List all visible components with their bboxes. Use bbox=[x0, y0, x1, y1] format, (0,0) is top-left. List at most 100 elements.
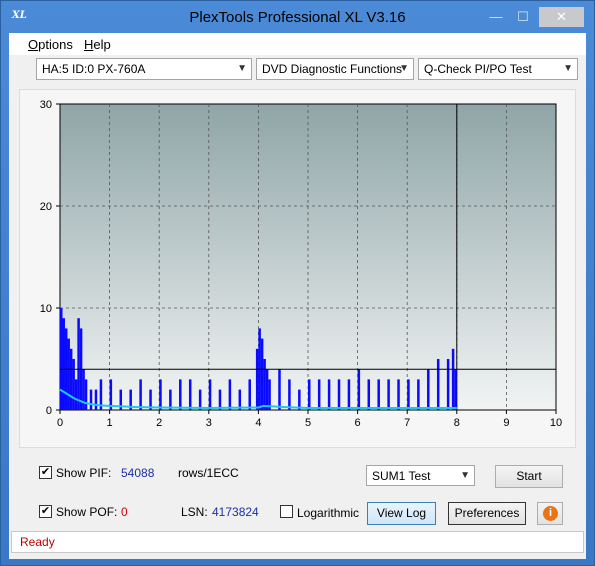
x-tick-label: 5 bbox=[305, 417, 311, 429]
show-pif-label: Show PIF: bbox=[56, 466, 112, 480]
pif-bar bbox=[263, 359, 266, 410]
pif-bar bbox=[89, 389, 93, 410]
pif-bar bbox=[77, 318, 80, 410]
sum-test-select[interactable]: SUM1 Test ▼ bbox=[366, 465, 475, 486]
test-select[interactable]: Q-Check PI/PO Test ▼ bbox=[418, 58, 578, 80]
pif-bar bbox=[317, 379, 321, 410]
pif-bar bbox=[67, 338, 70, 410]
drive-select[interactable]: HA:5 ID:0 PX-760A ▼ bbox=[36, 58, 252, 80]
pif-bar bbox=[387, 379, 390, 410]
show-pof-label: Show POF: bbox=[56, 505, 118, 519]
pif-bar bbox=[188, 379, 192, 410]
show-pof-checkbox[interactable]: ✔ bbox=[39, 505, 52, 518]
menu-options-label: ptions bbox=[38, 37, 73, 52]
pif-bar bbox=[69, 348, 73, 410]
controls-row-1: ✔ Show PIF: 54088 rows/1ECC SUM1 Test ▼ … bbox=[19, 461, 576, 488]
sum-test-value: SUM1 Test bbox=[372, 469, 431, 483]
show-pif-checkbox[interactable]: ✔ bbox=[39, 466, 52, 479]
client-area: Options Help HA:5 ID:0 PX-760A ▼ DVD Dia… bbox=[9, 33, 586, 559]
pif-bar bbox=[337, 379, 341, 410]
menu-options-accel: O bbox=[28, 37, 39, 52]
pif-bar bbox=[139, 379, 142, 410]
chevron-down-icon: ▼ bbox=[460, 470, 470, 481]
x-tick-label: 1 bbox=[107, 417, 113, 429]
chevron-down-icon: ▼ bbox=[399, 63, 409, 74]
pif-bar bbox=[228, 379, 232, 410]
menu-help[interactable]: Help bbox=[84, 37, 111, 52]
x-tick-label: 3 bbox=[206, 417, 212, 429]
pif-bar bbox=[327, 379, 331, 410]
x-tick-label: 0 bbox=[57, 417, 63, 429]
chart-panel: 0 1 2 3 4 5 6 7 8 9 10 0 10 20 30 bbox=[19, 89, 576, 448]
start-button[interactable]: Start bbox=[495, 465, 563, 488]
menu-options[interactable]: Options bbox=[28, 37, 73, 52]
x-tick-label: 7 bbox=[404, 417, 410, 429]
pif-bar bbox=[94, 389, 98, 410]
x-tick-label: 6 bbox=[355, 417, 361, 429]
y-tick-label: 30 bbox=[40, 99, 52, 111]
pif-bar bbox=[451, 348, 455, 410]
info-icon: i bbox=[543, 506, 558, 521]
pif-bar bbox=[74, 379, 78, 410]
pif-bar bbox=[62, 318, 65, 410]
pif-bar bbox=[248, 379, 251, 410]
info-button[interactable]: i bbox=[537, 502, 563, 525]
view-log-button[interactable]: View Log bbox=[367, 502, 436, 525]
title-bar: XL PlexTools Professional XL V3.16 — ☐ ✕ bbox=[1, 1, 594, 33]
pif-bar bbox=[278, 369, 281, 410]
app-window: XL PlexTools Professional XL V3.16 — ☐ ✕… bbox=[0, 0, 595, 566]
menu-help-label: elp bbox=[93, 37, 111, 52]
x-tick-label: 9 bbox=[503, 417, 509, 429]
pif-bar bbox=[260, 338, 264, 410]
drive-select-value: HA:5 ID:0 PX-760A bbox=[42, 62, 146, 76]
pif-bar bbox=[397, 379, 400, 410]
pif-bar bbox=[60, 308, 63, 410]
close-button[interactable]: ✕ bbox=[539, 7, 584, 27]
pif-bar bbox=[347, 379, 351, 410]
pif-bar bbox=[82, 369, 85, 410]
pif-bar bbox=[417, 379, 420, 410]
controls-row-2: ✔ Show POF: 0 LSN: 4173824 Logarithmic V… bbox=[19, 501, 576, 525]
preferences-button[interactable]: Preferences bbox=[448, 502, 526, 525]
pif-bar bbox=[357, 369, 361, 410]
pif-bar bbox=[407, 379, 410, 410]
y-tick-label: 0 bbox=[46, 405, 52, 417]
pif-bar bbox=[84, 379, 88, 410]
pif-bar bbox=[179, 379, 182, 410]
x-tick-label: 8 bbox=[454, 417, 460, 429]
pif-bar bbox=[446, 359, 450, 410]
menu-help-accel: H bbox=[84, 37, 94, 52]
status-text: Ready bbox=[20, 535, 55, 549]
function-select-value: DVD Diagnostic Functions bbox=[262, 62, 403, 76]
logarithmic-checkbox[interactable] bbox=[280, 505, 293, 518]
pif-bar bbox=[255, 348, 259, 410]
test-select-value: Q-Check PI/PO Test bbox=[424, 62, 532, 76]
toolbar: HA:5 ID:0 PX-760A ▼ DVD Diagnostic Funct… bbox=[9, 55, 586, 89]
pi-po-chart: 0 1 2 3 4 5 6 7 8 9 10 0 10 20 30 bbox=[40, 99, 562, 429]
rows-label: rows/1ECC bbox=[178, 466, 239, 480]
lsn-label: LSN: bbox=[181, 505, 208, 519]
pof-value: 0 bbox=[121, 505, 128, 519]
chevron-down-icon: ▼ bbox=[237, 63, 247, 74]
x-tick-label: 10 bbox=[550, 417, 562, 429]
pif-bar bbox=[288, 379, 291, 410]
pif-bar bbox=[72, 359, 75, 410]
function-select[interactable]: DVD Diagnostic Functions ▼ bbox=[256, 58, 414, 80]
x-tick-label: 4 bbox=[255, 417, 261, 429]
chevron-down-icon: ▼ bbox=[563, 63, 573, 74]
status-bar: Ready bbox=[11, 531, 584, 553]
pif-bar bbox=[208, 379, 212, 410]
lsn-value: 4173824 bbox=[212, 505, 259, 519]
pif-bar bbox=[454, 369, 457, 410]
menu-bar: Options Help bbox=[9, 33, 586, 55]
pif-bar bbox=[427, 369, 430, 410]
pif-bar bbox=[367, 379, 371, 410]
x-tick-label: 2 bbox=[156, 417, 162, 429]
pif-bar bbox=[377, 379, 380, 410]
maximize-button[interactable]: ☐ bbox=[507, 7, 539, 27]
y-tick-label: 10 bbox=[40, 303, 52, 315]
y-tick-label: 20 bbox=[40, 201, 52, 213]
pif-bar bbox=[436, 359, 440, 410]
pif-bar bbox=[159, 379, 162, 410]
pif-bar bbox=[265, 369, 269, 410]
